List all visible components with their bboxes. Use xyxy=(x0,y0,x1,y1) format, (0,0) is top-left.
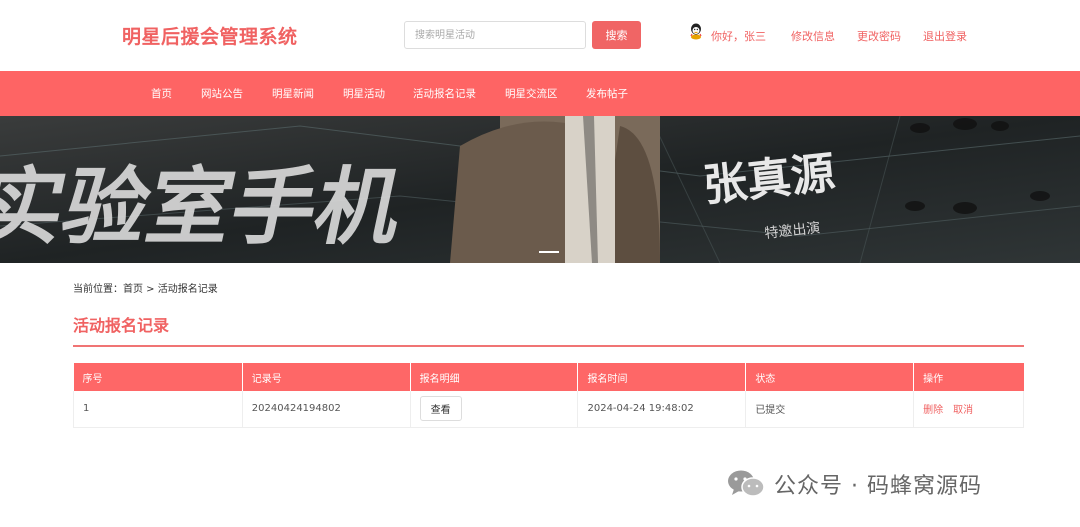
nav-item-post[interactable]: 发布帖子 xyxy=(586,86,628,101)
title-divider xyxy=(73,345,1024,347)
banner-image: 实验室手机 张真源 特邀出演 xyxy=(0,116,1080,263)
delete-link[interactable]: 删除 xyxy=(923,405,943,416)
greeting-text[interactable]: 你好，张三 xyxy=(711,28,766,44)
change-password-link[interactable]: 更改密码 xyxy=(857,28,901,44)
cell-status: 已提交 xyxy=(745,391,915,428)
nav-item-signup-records[interactable]: 活动报名记录 xyxy=(413,86,476,101)
header-record-no: 记录号 xyxy=(242,363,411,391)
search-input[interactable] xyxy=(404,21,586,49)
breadcrumb-prefix: 当前位置： xyxy=(73,284,123,295)
nav-item-home[interactable]: 首页 xyxy=(151,86,172,101)
header: 明星后援会管理系统 搜索 你好，张三 修改信息 更改密码 退出登录 xyxy=(0,0,1080,71)
cell-record-no: 20240424194802 xyxy=(242,391,411,428)
header-index: 序号 xyxy=(73,363,243,391)
wechat-icon xyxy=(728,470,765,497)
nav-item-forum[interactable]: 明星交流区 xyxy=(505,86,558,101)
banner-carousel[interactable]: 实验室手机 张真源 特邀出演 xyxy=(0,116,1080,263)
header-detail: 报名明细 xyxy=(410,363,579,391)
search-button[interactable]: 搜索 xyxy=(592,21,641,49)
page-title: 活动报名记录 xyxy=(73,316,170,335)
breadcrumb-home-link[interactable]: 首页 xyxy=(123,284,143,295)
nav-item-star-news[interactable]: 明星新闻 xyxy=(272,86,314,101)
main-nav: 首页 网站公告 明星新闻 明星活动 活动报名记录 明星交流区 发布帖子 xyxy=(0,71,1080,116)
table-header-row: 序号 记录号 报名明细 报名时间 状态 操作 xyxy=(73,363,1024,391)
cell-actions: 删除 取消 xyxy=(913,391,1024,428)
breadcrumb-separator: > xyxy=(143,284,158,295)
logout-link[interactable]: 退出登录 xyxy=(923,28,967,44)
carousel-indicator[interactable] xyxy=(539,251,559,253)
avatar-icon xyxy=(690,23,702,40)
cell-index: 1 xyxy=(73,391,243,428)
banner-text-left: 实验室手机 xyxy=(0,159,411,257)
header-time: 报名时间 xyxy=(577,363,747,391)
records-table: 序号 记录号 报名明细 报名时间 状态 操作 1 20240424194802 … xyxy=(73,363,1024,428)
nav-item-announcements[interactable]: 网站公告 xyxy=(201,86,243,101)
cancel-link[interactable]: 取消 xyxy=(953,405,973,416)
view-detail-button[interactable]: 查看 xyxy=(419,396,462,422)
header-actions: 操作 xyxy=(913,363,1024,391)
table-row: 1 20240424194802 查看 2024-04-24 19:48:02 … xyxy=(73,391,1024,428)
breadcrumb-current: 活动报名记录 xyxy=(157,284,218,295)
watermark-text: 公众号 · 码蜂窝源码 xyxy=(774,474,982,499)
nav-item-star-events[interactable]: 明星活动 xyxy=(343,86,385,101)
watermark: 公众号 · 码蜂窝源码 xyxy=(726,467,982,501)
breadcrumb: 当前位置：首页 > 活动报名记录 xyxy=(73,280,218,295)
cell-time: 2024-04-24 19:48:02 xyxy=(577,391,747,428)
edit-info-link[interactable]: 修改信息 xyxy=(791,28,835,44)
site-title: 明星后援会管理系统 xyxy=(122,26,298,48)
header-status: 状态 xyxy=(745,363,915,391)
cell-detail: 查看 xyxy=(410,391,579,428)
